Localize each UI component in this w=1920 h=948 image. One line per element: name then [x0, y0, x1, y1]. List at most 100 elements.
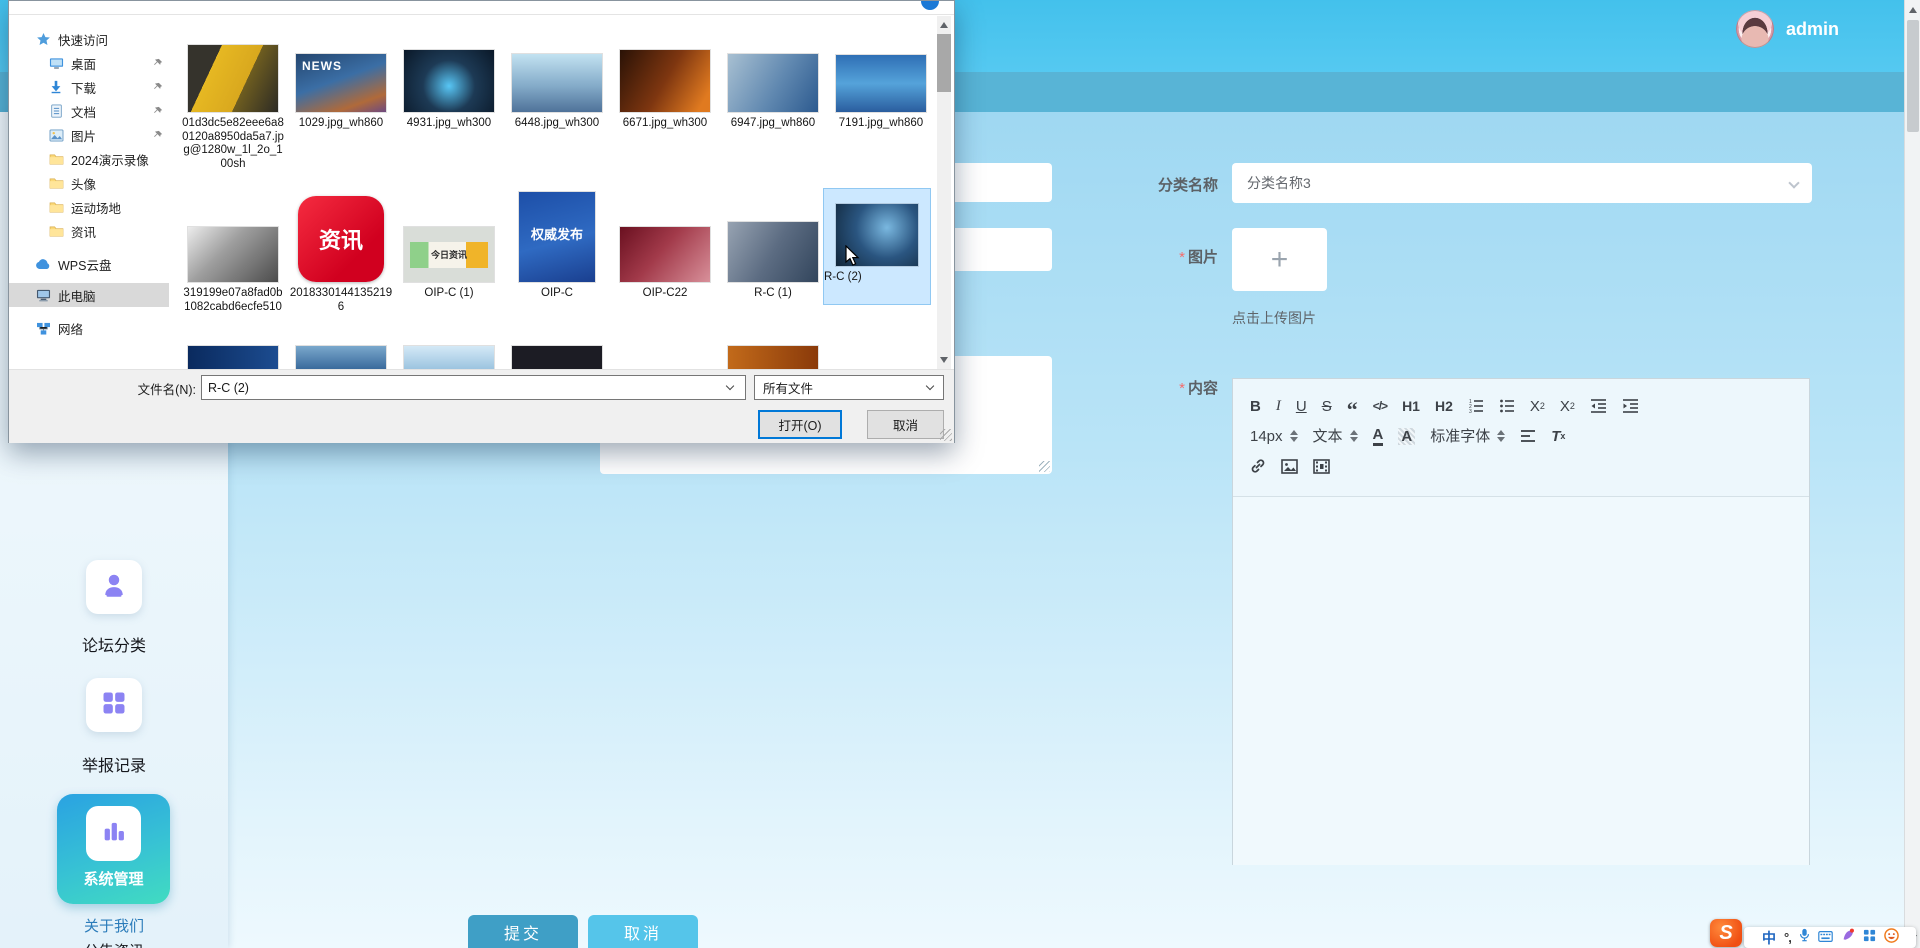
- nav-item-documents[interactable]: 文档: [9, 99, 169, 123]
- nav-item-desktop[interactable]: 桌面: [9, 51, 169, 75]
- blockquote-button[interactable]: “: [1347, 398, 1358, 420]
- file-thumbnail[interactable]: [404, 346, 494, 369]
- file-item[interactable]: NEWS 1029.jpg_wh860: [289, 40, 393, 131]
- file-item[interactable]: 6448.jpg_wh300: [505, 40, 609, 131]
- file-item[interactable]: R-C (1): [721, 188, 825, 301]
- file-item[interactable]: 01d3dc5e82eee6a80120a8950da5a7.jpg@1280w…: [181, 40, 285, 171]
- font-family-select[interactable]: 标准字体: [1430, 429, 1506, 444]
- user-box: admin: [1736, 10, 1839, 48]
- file-item[interactable]: 资讯 20183301441352196: [289, 188, 393, 314]
- nav-item-network[interactable]: 网络: [9, 316, 169, 340]
- clear-format-button[interactable]: Tx: [1551, 429, 1565, 444]
- keyboard-icon[interactable]: [1818, 929, 1833, 947]
- nav-item-folder-sports-venues[interactable]: 运动场地: [9, 195, 169, 219]
- nav-item-wps-cloud[interactable]: WPS云盘: [9, 252, 169, 276]
- link-icon[interactable]: [1250, 458, 1266, 474]
- sidebar-link-about-us[interactable]: 关于我们: [0, 915, 228, 936]
- file-item[interactable]: 今日资讯 OIP-C (1): [397, 188, 501, 301]
- superscript-button[interactable]: X2: [1560, 399, 1575, 414]
- file-thumbnail[interactable]: [188, 346, 278, 369]
- resize-grip-icon[interactable]: [940, 429, 952, 441]
- scroll-down-icon[interactable]: [940, 357, 948, 363]
- code-block-button[interactable]: </>: [1373, 400, 1388, 412]
- toolbox-grid-icon[interactable]: [1863, 929, 1876, 947]
- file-thumbnail[interactable]: [512, 346, 602, 369]
- sidebar-item-label[interactable]: 论坛分类: [0, 632, 228, 656]
- heading1-button[interactable]: H1: [1402, 399, 1420, 413]
- scroll-up-icon[interactable]: [940, 22, 948, 28]
- bold-button[interactable]: B: [1250, 399, 1261, 414]
- dialog-cancel-button[interactable]: 取消: [867, 410, 944, 439]
- strikethrough-button[interactable]: S: [1322, 399, 1332, 414]
- sidebar-item-forum-category[interactable]: [86, 560, 142, 614]
- sidebar-item-system-management[interactable]: 系统管理: [57, 794, 170, 904]
- subscript-button[interactable]: X2: [1530, 399, 1545, 414]
- scroll-up-icon[interactable]: [1909, 7, 1917, 13]
- editor-content-area[interactable]: [1233, 497, 1809, 865]
- category-select[interactable]: 分类名称3: [1232, 163, 1812, 203]
- username-label: admin: [1786, 18, 1840, 39]
- ime-punctuation-toggle[interactable]: °,: [1784, 930, 1792, 945]
- file-item[interactable]: 319199e07a8fad0b1082cabd6ecfe510: [181, 188, 285, 314]
- ime-language-toggle[interactable]: 中: [1762, 928, 1776, 948]
- folder-icon: [48, 225, 64, 237]
- file-thumbnail: NEWS: [296, 54, 386, 112]
- nav-item-this-pc[interactable]: 此电脑: [9, 283, 169, 307]
- sidebar-link-announcements[interactable]: 公告资讯: [0, 940, 228, 948]
- file-list-scrollbar[interactable]: [937, 16, 951, 369]
- sidebar-item-label[interactable]: 举报记录: [0, 752, 228, 776]
- submit-button[interactable]: 提交: [468, 915, 578, 948]
- file-thumbnail: [728, 222, 818, 282]
- highlight-color-button[interactable]: A: [1398, 427, 1416, 445]
- filename-input[interactable]: [201, 375, 746, 400]
- image-icon[interactable]: [1281, 458, 1298, 474]
- resize-grip-icon[interactable]: [1039, 461, 1050, 472]
- italic-button[interactable]: I: [1276, 398, 1281, 414]
- microphone-icon[interactable]: [1799, 928, 1810, 947]
- skin-icon[interactable]: [1841, 928, 1855, 947]
- outdent-icon[interactable]: [1590, 398, 1607, 414]
- file-thumbnail[interactable]: [728, 346, 818, 369]
- nav-item-folder-avatars[interactable]: 头像: [9, 171, 169, 195]
- file-item[interactable]: 6671.jpg_wh300: [613, 40, 717, 131]
- nav-item-downloads[interactable]: 下载: [9, 75, 169, 99]
- file-item[interactable]: 权威发布 OIP-C: [505, 188, 609, 301]
- nav-item-quick-access[interactable]: 快速访问: [9, 27, 169, 51]
- page-scrollbar[interactable]: [1904, 0, 1920, 948]
- indent-icon[interactable]: [1622, 398, 1639, 414]
- bullet-list-icon[interactable]: [1499, 398, 1515, 414]
- file-type-select[interactable]: 所有文件: [754, 375, 944, 400]
- nav-item-pictures[interactable]: 图片: [9, 123, 169, 147]
- image-upload-button[interactable]: +: [1232, 228, 1327, 291]
- file-item[interactable]: 4931.jpg_wh300: [397, 40, 501, 131]
- font-size-select[interactable]: 14px: [1250, 429, 1298, 444]
- text-color-button[interactable]: A: [1372, 427, 1384, 446]
- video-icon[interactable]: [1313, 458, 1330, 474]
- avatar[interactable]: [1736, 10, 1774, 48]
- emoji-icon[interactable]: [1884, 927, 1899, 948]
- nav-item-folder-2024-recordings[interactable]: 2024演示录像: [9, 147, 169, 171]
- file-list-scrollbar-thumb[interactable]: [937, 34, 951, 92]
- file-thumbnail: [620, 227, 710, 282]
- file-item[interactable]: OIP-C22: [613, 188, 717, 301]
- file-item[interactable]: 6947.jpg_wh860: [721, 40, 825, 131]
- ime-logo[interactable]: S: [1710, 919, 1742, 947]
- form-cancel-button[interactable]: 取消: [588, 915, 698, 948]
- file-grid: 01d3dc5e82eee6a80120a8950da5a7.jpg@1280w…: [169, 16, 945, 369]
- dialog-toolbar-strip: [9, 1, 954, 15]
- bar-chart-icon: [100, 817, 128, 850]
- paragraph-style-select[interactable]: 文本: [1313, 429, 1358, 444]
- ordered-list-icon[interactable]: 123: [1468, 398, 1484, 414]
- open-button[interactable]: 打开(O): [758, 410, 842, 439]
- file-item-selected[interactable]: R-C (2): [823, 188, 931, 305]
- sidebar-item-report-records[interactable]: [86, 678, 142, 732]
- file-thumbnail[interactable]: [296, 346, 386, 369]
- file-item[interactable]: 7191.jpg_wh860: [829, 40, 933, 131]
- heading2-button[interactable]: H2: [1435, 399, 1453, 413]
- folder-icon: [48, 201, 64, 213]
- chevron-down-icon: [1788, 177, 1800, 189]
- page-scrollbar-thumb[interactable]: [1907, 20, 1919, 132]
- nav-item-folder-news[interactable]: 资讯: [9, 219, 169, 243]
- underline-button[interactable]: U: [1296, 399, 1307, 414]
- align-icon[interactable]: [1520, 429, 1536, 443]
